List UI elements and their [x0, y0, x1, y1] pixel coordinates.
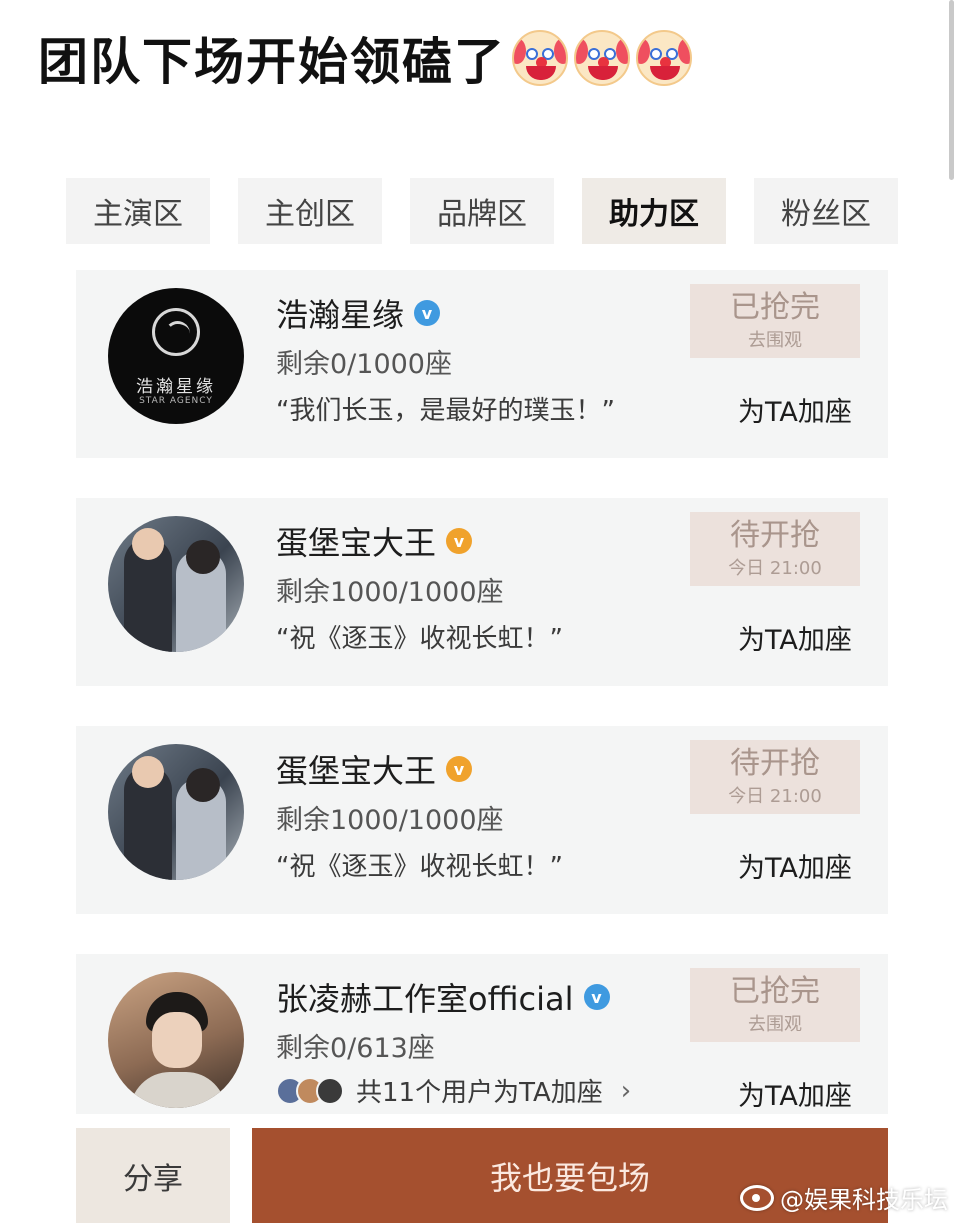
name-row: 蛋堡宝大王 v	[276, 518, 473, 564]
status-main-label: 已抢完	[730, 973, 820, 1009]
account-name[interactable]: 浩瀚星缘	[276, 290, 404, 336]
status-button[interactable]: 待开抢 今日 21:00	[690, 740, 860, 814]
account-name[interactable]: 蛋堡宝大王	[276, 518, 436, 564]
clown-face-icon	[574, 30, 630, 86]
scrollbar[interactable]	[949, 0, 954, 180]
zone-tabs: 主演区 主创区 品牌区 助力区 粉丝区	[66, 178, 898, 246]
add-seat-link[interactable]: 为TA加座	[738, 390, 852, 429]
account-name[interactable]: 张凌赫工作室official	[276, 974, 574, 1020]
weibo-icon	[740, 1184, 774, 1211]
clown-face-icon	[512, 30, 568, 86]
seats-remaining: 剩余1000/1000座	[276, 577, 504, 608]
headline-text: 团队下场开始领磕了	[38, 33, 506, 91]
avatar-logo-text: 浩瀚星缘	[136, 377, 216, 397]
status-sub-label: 今日 21:00	[728, 557, 822, 579]
status-button[interactable]: 待开抢 今日 21:00	[690, 512, 860, 586]
avatar[interactable]	[108, 516, 244, 652]
watermark: @娱果科技乐坛	[740, 1180, 948, 1215]
watermark-text: @娱果科技乐坛	[780, 1186, 948, 1214]
add-seat-link[interactable]: 为TA加座	[738, 618, 852, 657]
post-headline: 团队下场开始领磕了	[38, 22, 692, 94]
share-button[interactable]: 分享	[76, 1128, 230, 1223]
name-row: 蛋堡宝大王 v	[276, 746, 473, 792]
status-button[interactable]: 已抢完 去围观	[690, 284, 860, 358]
seats-remaining: 剩余0/1000座	[276, 349, 452, 380]
supporters-count: 共11个用户为TA加座	[356, 1078, 603, 1108]
seats-remaining: 剩余0/613座	[276, 1033, 435, 1064]
supporters-row[interactable]: 共11个用户为TA加座 ›	[276, 1072, 631, 1109]
status-sub-label: 今日 21:00	[728, 785, 822, 807]
status-sub-label: 去围观	[748, 329, 802, 351]
quote-text: “祝《逐玉》收视长虹！”	[276, 624, 563, 654]
verified-icon: v	[583, 984, 610, 1010]
supporter-avatars	[276, 1076, 344, 1105]
avatar[interactable]: 浩瀚星缘 STAR AGENCY	[108, 288, 244, 424]
booking-card[interactable]: 蛋堡宝大王 v 剩余1000/1000座 “祝《逐玉》收视长虹！” 待开抢 今日…	[76, 726, 888, 914]
name-row: 浩瀚星缘 v	[276, 290, 441, 336]
booking-card[interactable]: 张凌赫工作室official v 剩余0/613座 共11个用户为TA加座 › …	[76, 954, 888, 1114]
tab-brands[interactable]: 品牌区	[410, 178, 554, 244]
chevron-right-icon: ›	[620, 1075, 632, 1106]
account-name[interactable]: 蛋堡宝大王	[276, 746, 436, 792]
emoji-row	[512, 30, 692, 86]
swirl-logo-icon	[152, 308, 200, 356]
status-sub-label: 去围观	[748, 1013, 802, 1035]
avatar[interactable]	[108, 972, 244, 1108]
tab-lead-actors[interactable]: 主演区	[66, 178, 210, 244]
status-main-label: 待开抢	[730, 517, 820, 553]
tab-creators[interactable]: 主创区	[238, 178, 382, 244]
booking-card[interactable]: 浩瀚星缘 STAR AGENCY 浩瀚星缘 v 剩余0/1000座 “我们长玉，…	[76, 270, 888, 458]
status-main-label: 待开抢	[730, 745, 820, 781]
quote-text: “我们长玉，是最好的璞玉！”	[276, 396, 615, 426]
verified-icon: v	[446, 528, 473, 554]
add-seat-link[interactable]: 为TA加座	[738, 846, 852, 885]
quote-text: “祝《逐玉》收视长虹！”	[276, 852, 563, 882]
status-button[interactable]: 已抢完 去围观	[690, 968, 860, 1042]
tab-fans[interactable]: 粉丝区	[754, 178, 898, 244]
seats-remaining: 剩余1000/1000座	[276, 805, 504, 836]
verified-icon: v	[446, 756, 473, 782]
avatar-logo-subtext: STAR AGENCY	[139, 396, 213, 406]
add-seat-link[interactable]: 为TA加座	[738, 1074, 852, 1113]
clown-face-icon	[636, 30, 692, 86]
verified-icon: v	[414, 300, 441, 326]
tab-support[interactable]: 助力区	[582, 178, 726, 244]
booking-card[interactable]: 蛋堡宝大王 v 剩余1000/1000座 “祝《逐玉》收视长虹！” 待开抢 今日…	[76, 498, 888, 686]
status-main-label: 已抢完	[730, 289, 820, 325]
avatar[interactable]	[108, 744, 244, 880]
name-row: 张凌赫工作室official v	[276, 974, 610, 1020]
